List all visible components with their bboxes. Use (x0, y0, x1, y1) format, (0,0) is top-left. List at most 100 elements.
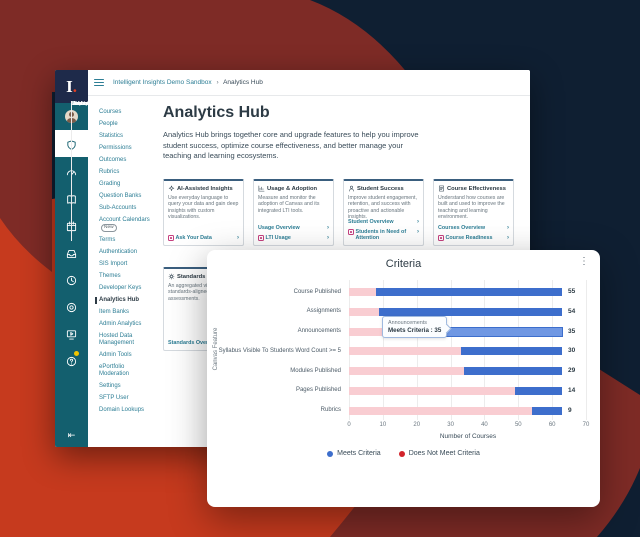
bar-value-label: 54 (568, 308, 575, 315)
account-nav-admin-analytics[interactable]: Admin Analytics (96, 321, 151, 328)
global-nav-help[interactable]: Help (55, 346, 88, 373)
card-link-student-overview[interactable]: Student Overview› (348, 219, 419, 225)
bar-value-label: 29 (568, 367, 575, 374)
bar-meets-segment[interactable] (461, 347, 563, 355)
bar-category-label: Syllabus Visible To Students Word Count … (207, 348, 341, 354)
bar-does-not-meet-segment[interactable] (349, 288, 376, 296)
bar-meets-segment[interactable] (444, 328, 563, 336)
account-nav-developer-keys[interactable]: Developer Keys (96, 285, 151, 292)
bar-does-not-meet-segment[interactable] (349, 367, 464, 375)
screenshot-stage: I. AccountAdminDashboardCoursesCalendarI… (0, 0, 640, 537)
account-nav-eportfolio-moderation[interactable]: ePortfolio Moderation (96, 364, 151, 378)
global-navigation-sidebar: I. AccountAdminDashboardCoursesCalendarI… (55, 70, 88, 447)
hamburger-menu-icon[interactable] (94, 79, 104, 87)
account-nav-sftp-user[interactable]: SFTP User (96, 395, 151, 402)
card-link-lti-usage[interactable]: LTI Usage› (258, 235, 329, 241)
kebab-menu-icon[interactable]: ⋮ (579, 257, 589, 267)
bar-does-not-meet-segment[interactable] (349, 347, 461, 355)
account-nav-sis-import[interactable]: SIS Import (96, 261, 151, 268)
account-nav-hosted-data-management[interactable]: Hosted Data Management (96, 333, 151, 347)
chevron-right-icon: › (507, 235, 509, 241)
course-doc-icon (438, 185, 445, 192)
account-nav-rubrics[interactable]: Rubrics (96, 169, 151, 176)
chart-tooltip: Announcements Meets Criteria : 35 (382, 316, 447, 338)
account-nav-settings[interactable]: Settings (96, 383, 151, 390)
account-nav-grading[interactable]: Grading (96, 181, 151, 188)
card-link-usage-overview[interactable]: Usage Overview› (258, 225, 329, 231)
bar-category-label: Announcements (207, 328, 341, 334)
account-nav-authentication[interactable]: Authentication (96, 249, 151, 256)
account-nav-outcomes[interactable]: Outcomes (96, 157, 151, 164)
global-nav-inbox[interactable]: Inbox (55, 238, 88, 265)
account-nav-people[interactable]: People (96, 121, 151, 128)
upgrade-feature-icon (168, 235, 174, 241)
global-nav-history[interactable]: History (55, 265, 88, 292)
gridline (586, 280, 587, 420)
account-nav-sub-accounts[interactable]: Sub-Accounts (96, 205, 151, 212)
x-axis-tick: 60 (549, 422, 556, 428)
chart-title: Criteria (207, 258, 600, 270)
legend-item-does-not-meet-criteria[interactable]: Does Not Meet Criteria (399, 450, 480, 457)
global-nav-mastery[interactable]: Mastery (55, 292, 88, 319)
card-link-course-readiness[interactable]: Course Readiness› (438, 235, 509, 241)
chevron-right-icon: › (507, 225, 509, 231)
card-title: Course Effectiveness (438, 185, 509, 192)
criteria-chart-card: Criteria ⋮ Canvas Feature 01020304050607… (207, 250, 600, 507)
card-link-ask-your-data[interactable]: Ask Your Data› (168, 235, 239, 241)
bar-meets-segment[interactable] (532, 407, 562, 415)
chart-legend: Meets Criteria Does Not Meet Criteria (207, 450, 600, 457)
account-nav-admin-tools[interactable]: Admin Tools (96, 352, 151, 359)
bar-value-label: 9 (568, 407, 572, 414)
card-description: Use everyday language to query your data… (168, 195, 239, 221)
x-axis-tick: 0 (347, 422, 350, 428)
collapse-nav-button[interactable]: ⇤ (55, 430, 88, 441)
chevron-right-icon: › (327, 225, 329, 231)
legend-dot-icon (399, 451, 405, 457)
chevron-right-icon: › (327, 235, 329, 241)
bar-does-not-meet-segment[interactable] (349, 308, 379, 316)
feature-card-usage-adoption: Usage & Adoption Measure and monitor the … (253, 179, 334, 246)
bar-meets-segment[interactable] (515, 387, 562, 395)
account-nav-statistics[interactable]: Statistics (96, 133, 151, 140)
standards-gear-icon (168, 273, 175, 280)
bar-meets-segment[interactable] (464, 367, 562, 375)
bar-category-label: Modules Published (207, 368, 341, 374)
bar-does-not-meet-segment[interactable] (349, 407, 532, 415)
account-nav-terms[interactable]: Terms (96, 237, 151, 244)
account-nav-domain-lookups[interactable]: Domain Lookups (96, 407, 151, 414)
bar-meets-segment[interactable] (376, 288, 562, 296)
account-nav-permissions[interactable]: Permissions (96, 145, 151, 152)
x-axis-tick: 10 (380, 422, 387, 428)
feature-card-ai-assisted-insights: AI-Assisted Insights Use everyday languag… (163, 179, 244, 246)
chart-x-axis-label: Number of Courses (349, 433, 587, 440)
page-description: Analytics Hub brings together core and u… (163, 130, 427, 162)
instructure-logo[interactable]: I. (55, 70, 88, 103)
mastery-target-icon (66, 300, 77, 311)
x-axis-tick: 20 (413, 422, 420, 428)
card-title: Student Success (348, 185, 419, 192)
account-nav-courses[interactable]: Courses (96, 109, 151, 116)
bar-does-not-meet-segment[interactable] (349, 387, 515, 395)
card-link-courses-overview[interactable]: Courses Overview› (438, 225, 509, 231)
bar-value-label: 30 (568, 347, 575, 354)
bar-value-label: 55 (568, 288, 575, 295)
x-axis-tick: 70 (583, 422, 590, 428)
account-nav-question-banks[interactable]: Question Banks (96, 193, 151, 200)
card-description: Measure and monitor the adoption of Canv… (258, 195, 329, 215)
legend-dot-icon (327, 451, 333, 457)
legend-item-meets-criteria[interactable]: Meets Criteria (327, 450, 381, 457)
account-nav-account-calendars[interactable]: Account CalendarsNew (96, 217, 151, 232)
account-nav-themes[interactable]: Themes (96, 273, 151, 280)
history-clock-icon (66, 273, 77, 284)
account-nav-analytics-hub[interactable]: Analytics Hub (95, 297, 151, 304)
bar-meets-segment[interactable] (379, 308, 562, 316)
global-nav-studio[interactable]: Studio (55, 319, 88, 346)
account-nav-item-banks[interactable]: Item Banks (96, 309, 151, 316)
card-link-students-in-need-of-attention[interactable]: Students in Need of Attention› (348, 229, 419, 241)
breadcrumb-root-link[interactable]: Intelligent Insights Demo Sandbox (113, 79, 212, 86)
upgrade-feature-icon (438, 235, 444, 241)
card-title: AI-Assisted Insights (168, 185, 239, 192)
new-feature-pill: New (101, 224, 117, 232)
inbox-tray-icon (66, 246, 77, 257)
card-title: Usage & Adoption (258, 185, 329, 192)
